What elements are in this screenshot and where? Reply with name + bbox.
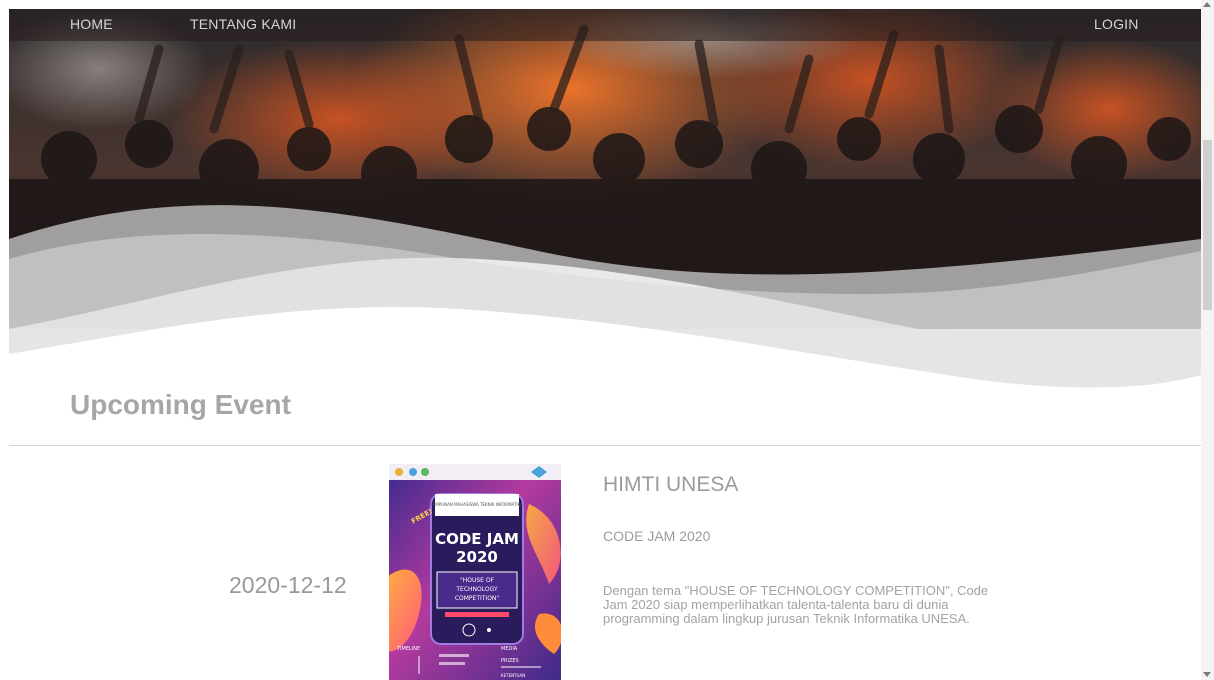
svg-text:2020: 2020 <box>456 548 498 566</box>
svg-text:TECHNOLOGY: TECHNOLOGY <box>455 586 498 593</box>
event-description: Dengan tema "HOUSE OF TECHNOLOGY COMPETI… <box>603 583 989 626</box>
svg-text:KETENTUAN: KETENTUAN <box>501 673 525 678</box>
nav-about-link[interactable]: TENTANG KAMI <box>190 16 296 32</box>
top-navbar: HOME TENTANG KAMI LOGIN <box>9 9 1201 41</box>
scroll-down-icon[interactable] <box>1203 672 1211 677</box>
section-divider <box>9 445 1201 446</box>
svg-text:CODE JAM: CODE JAM <box>435 530 519 548</box>
section-title: Upcoming Event <box>70 389 291 420</box>
page: HOME TENTANG KAMI LOGIN Upcoming Event 2… <box>9 9 1201 680</box>
event-poster-image[interactable]: HIMPUNAN MAHASISWA TEKNIK INFORMATIKA FR… <box>389 464 561 680</box>
svg-text:"HOUSE OF: "HOUSE OF <box>460 577 495 584</box>
vertical-scrollbar[interactable] <box>1201 0 1214 680</box>
svg-text:COMPETITION": COMPETITION" <box>455 595 500 602</box>
scrollbar-thumb[interactable] <box>1203 140 1212 310</box>
svg-text:TIMELINE: TIMELINE <box>396 646 420 652</box>
svg-text:HIMPUNAN MAHASISWA TEKNIK INFO: HIMPUNAN MAHASISWA TEKNIK INFORMATIKA <box>431 502 523 507</box>
event-name[interactable]: CODE JAM 2020 <box>603 528 710 544</box>
hero-banner: HOME TENTANG KAMI LOGIN <box>9 9 1201 449</box>
event-date: 2020-12-12 <box>229 572 347 598</box>
nav-home-link[interactable]: HOME <box>70 16 113 32</box>
svg-text:PRIZES: PRIZES <box>501 658 519 664</box>
nav-login-link[interactable]: LOGIN <box>1094 16 1139 32</box>
svg-text:MEDIA: MEDIA <box>501 646 518 652</box>
event-organizer: HIMTI UNESA <box>603 473 739 496</box>
concert-crowd-image <box>9 9 1201 449</box>
scroll-up-icon[interactable] <box>1203 2 1211 7</box>
